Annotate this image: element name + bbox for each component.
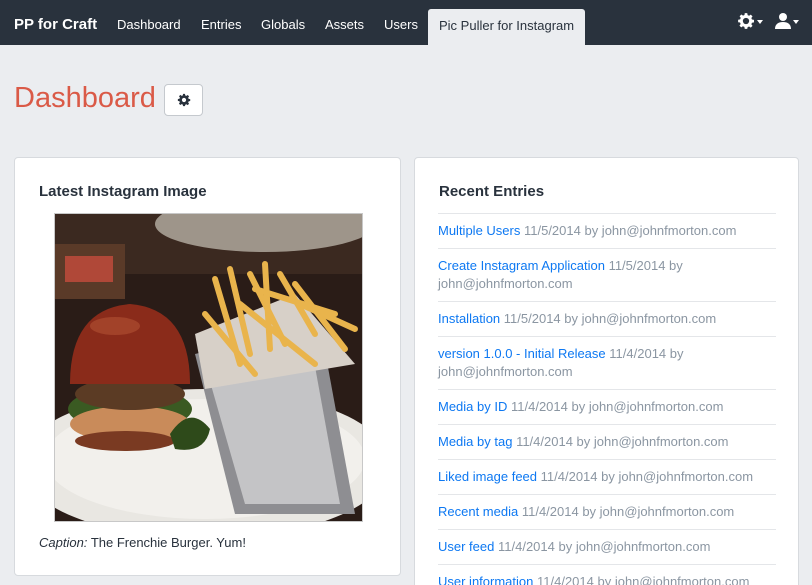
site-brand[interactable]: PP for Craft	[14, 16, 97, 33]
list-item: Create Instagram Application 11/5/2014 b…	[438, 248, 776, 301]
top-navbar: PP for Craft Dashboard Entries Globals A…	[0, 0, 812, 45]
entry-link[interactable]: version 1.0.0 - Initial Release	[438, 346, 606, 361]
entry-meta: 11/4/2014 by john@johnfmorton.com	[498, 539, 711, 554]
burger-photo-illustration	[55, 214, 362, 521]
user-menu-button[interactable]	[775, 12, 799, 29]
photo-caption: Caption: The Frenchie Burger. Yum!	[39, 535, 246, 550]
chevron-down-icon	[757, 20, 763, 24]
nav-item-dashboard[interactable]: Dashboard	[117, 17, 181, 32]
gear-icon	[738, 13, 754, 29]
gear-icon	[177, 93, 190, 107]
entry-meta: 11/4/2014 by john@johnfmorton.com	[521, 504, 735, 519]
entry-link[interactable]: Installation	[438, 311, 500, 326]
entry-link[interactable]: Liked image feed	[438, 469, 537, 484]
user-icon	[775, 13, 791, 29]
list-item: Installation 11/5/2014 by john@johnfmort…	[438, 301, 776, 336]
page-title: Dashboard	[14, 82, 156, 114]
entry-meta: 11/5/2014 by john@johnfmorton.com	[503, 311, 717, 326]
entry-meta: 11/4/2014 by john@johnfmorton.com	[511, 399, 724, 414]
entry-link[interactable]: Create Instagram Application	[438, 258, 605, 273]
entry-link[interactable]: Media by ID	[438, 399, 507, 414]
list-item: Media by ID 11/4/2014 by john@johnfmorto…	[438, 389, 776, 424]
nav-item-entries[interactable]: Entries	[201, 17, 241, 32]
entry-link[interactable]: User feed	[438, 539, 494, 554]
nav-item-pic-puller[interactable]: Pic Puller for Instagram	[428, 9, 586, 45]
caption-text: The Frenchie Burger. Yum!	[90, 535, 246, 550]
list-item: version 1.0.0 - Initial Release 11/4/201…	[438, 336, 776, 389]
chevron-down-icon	[793, 19, 799, 24]
list-item: Liked image feed 11/4/2014 by john@johnf…	[438, 459, 776, 494]
list-item: Media by tag 11/4/2014 by john@johnfmort…	[438, 424, 776, 459]
widget-heading: Recent Entries	[439, 183, 545, 200]
entry-meta: 11/5/2014 by john@johnfmorton.com	[523, 223, 737, 238]
recent-entries-widget: Recent Entries Multiple Users 11/5/2014 …	[414, 157, 799, 585]
list-item: Recent media 11/4/2014 by john@johnfmort…	[438, 494, 776, 529]
entry-meta: 11/4/2014 by john@johnfmorton.com	[540, 469, 754, 484]
entry-link[interactable]: Media by tag	[438, 434, 512, 449]
entry-meta: 11/4/2014 by john@johnfmorton.com	[516, 434, 729, 449]
settings-menu-button[interactable]	[737, 12, 763, 30]
nav-item-users[interactable]: Users	[384, 17, 418, 32]
recent-entries-list: Multiple Users 11/5/2014 by john@johnfmo…	[438, 213, 776, 585]
instagram-photo[interactable]	[54, 213, 363, 522]
nav-item-assets[interactable]: Assets	[325, 17, 364, 32]
entry-meta: 11/4/2014 by john@johnfmorton.com	[537, 574, 750, 585]
entry-link[interactable]: Multiple Users	[438, 223, 520, 238]
entry-link[interactable]: User information	[438, 574, 533, 585]
dashboard-settings-button[interactable]	[164, 84, 203, 116]
caption-label: Caption:	[39, 535, 88, 550]
list-item: Multiple Users 11/5/2014 by john@johnfmo…	[438, 213, 776, 248]
list-item: User information 11/4/2014 by john@johnf…	[438, 564, 776, 585]
instagram-widget: Latest Instagram Image Caption: The Fren…	[14, 157, 401, 576]
nav-item-globals[interactable]: Globals	[261, 17, 305, 32]
entry-link[interactable]: Recent media	[438, 504, 518, 519]
widget-heading: Latest Instagram Image	[39, 183, 207, 200]
list-item: User feed 11/4/2014 by john@johnfmorton.…	[438, 529, 776, 564]
